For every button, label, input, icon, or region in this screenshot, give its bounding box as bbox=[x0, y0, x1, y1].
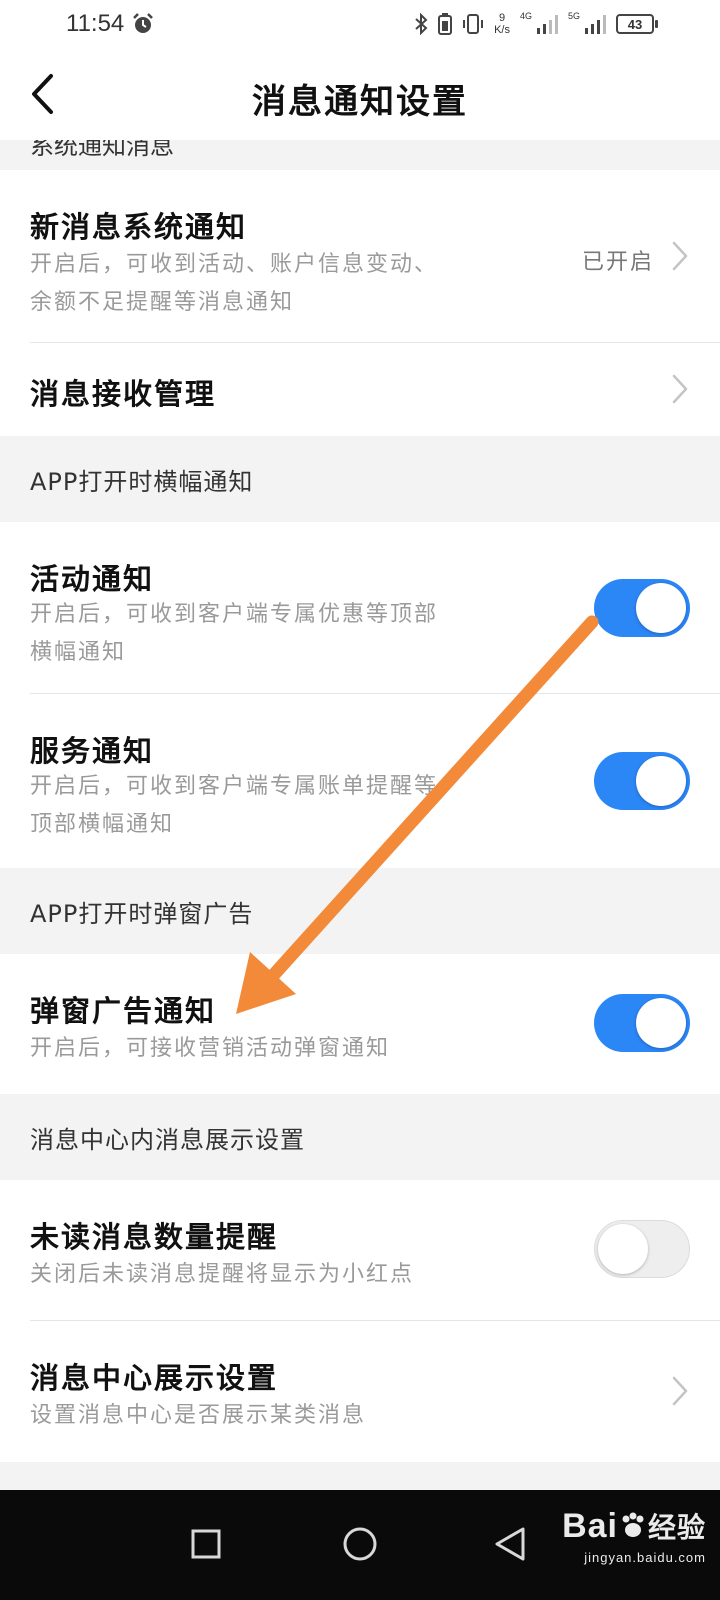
status-text: 已开启 bbox=[581, 250, 654, 275]
battery-level: 43 bbox=[627, 16, 643, 32]
section-header-message-center: 消息中心内消息展示设置 bbox=[0, 1094, 720, 1180]
row-title: 活动通知 bbox=[30, 562, 155, 596]
app-header: 消息通知设置 bbox=[0, 48, 720, 140]
signal-icon bbox=[585, 15, 606, 34]
row-title: 弹窗广告通知 bbox=[30, 994, 217, 1028]
alarm-icon bbox=[133, 13, 153, 33]
section-label-message-center: 消息中心内消息展示设置 bbox=[30, 1126, 305, 1154]
home-button[interactable] bbox=[328, 1512, 392, 1576]
toggle-knob bbox=[636, 583, 686, 633]
unread-count-toggle[interactable] bbox=[594, 1220, 690, 1278]
chevron-right-icon bbox=[672, 241, 688, 271]
row-title: 消息中心展示设置 bbox=[30, 1361, 279, 1395]
row-description: 设置消息中心是否展示某类消息 bbox=[30, 1403, 367, 1428]
row-description: 开启后，可收到客户端专属账单提醒等顶部横幅通知 bbox=[30, 774, 439, 837]
battery-indicator: 43 bbox=[616, 14, 658, 34]
section-header-system: 系统通知消息 bbox=[0, 140, 720, 170]
network-type-2: 5G bbox=[567, 11, 580, 21]
bluetooth-icon bbox=[415, 13, 428, 35]
baidu-jingyan-watermark: Bai 经验 jingyan.baidu.com bbox=[562, 1506, 706, 1565]
row-new-message-notification[interactable]: 新消息系统通知 开启后，可收到活动、账户信息变动、余额不足提醒等消息通知 已开启 bbox=[0, 170, 720, 343]
watermark-url: jingyan.baidu.com bbox=[584, 1550, 706, 1565]
row-activity-notification: 活动通知 开启后，可收到客户端专属优惠等顶部横幅通知 bbox=[0, 522, 720, 694]
toggle-knob bbox=[598, 1224, 648, 1274]
speed-unit: K/s bbox=[494, 24, 510, 36]
vibrate-icon bbox=[463, 14, 484, 34]
square-icon bbox=[191, 1529, 221, 1559]
system-back-button[interactable] bbox=[478, 1512, 542, 1576]
row-receive-management[interactable]: 消息接收管理 bbox=[0, 343, 720, 436]
section-header-banner: APP打开时横幅通知 bbox=[0, 436, 720, 522]
navigation-bar: Bai 经验 jingyan.baidu.com bbox=[0, 1490, 720, 1600]
signal-icon bbox=[536, 15, 558, 34]
status-icons: 9 K/s 4G 5G 43 bbox=[414, 8, 658, 40]
row-title: 未读消息数量提醒 bbox=[30, 1220, 279, 1254]
chevron-right-icon bbox=[672, 1376, 688, 1406]
watermark-brand-cn: 经验 bbox=[647, 1511, 706, 1544]
status-time: 11:54 bbox=[66, 10, 125, 37]
row-unread-count: 未读消息数量提醒 关闭后未读消息提醒将显示为小红点 bbox=[0, 1180, 720, 1321]
row-description: 开启后，可收到活动、账户信息变动、余额不足提醒等消息通知 bbox=[30, 252, 439, 315]
network-type-1: 4G bbox=[519, 11, 532, 21]
toggle-knob bbox=[636, 756, 686, 806]
popup-ad-toggle[interactable] bbox=[594, 994, 690, 1052]
watermark-brand: Bai bbox=[562, 1507, 618, 1545]
row-title: 新消息系统通知 bbox=[30, 210, 248, 244]
row-description: 开启后，可收到客户端专属优惠等顶部横幅通知 bbox=[30, 602, 439, 665]
status-bar: 11:54 9 K/s 4G 5G 43 bbox=[0, 0, 720, 48]
section-label-banner: APP打开时横幅通知 bbox=[30, 468, 254, 496]
paw-icon bbox=[622, 1512, 644, 1537]
page-title: 消息通知设置 bbox=[252, 82, 468, 122]
section-header-popup: APP打开时弹窗广告 bbox=[0, 868, 720, 954]
row-title: 消息接收管理 bbox=[30, 377, 217, 411]
toggle-knob bbox=[636, 998, 686, 1048]
speed-value: 9 bbox=[498, 12, 506, 24]
section-label-system: 系统通知消息 bbox=[30, 140, 174, 160]
section-label-popup: APP打开时弹窗广告 bbox=[30, 900, 254, 928]
row-message-center-display[interactable]: 消息中心展示设置 设置消息中心是否展示某类消息 bbox=[0, 1321, 720, 1462]
service-toggle[interactable] bbox=[594, 752, 690, 810]
triangle-back-icon bbox=[495, 1527, 525, 1561]
circle-icon bbox=[343, 1527, 377, 1561]
row-popup-ad-notification: 弹窗广告通知 开启后，可接收营销活动弹窗通知 bbox=[0, 954, 720, 1094]
recent-apps-button[interactable] bbox=[174, 1512, 238, 1576]
row-service-notification: 服务通知 开启后，可收到客户端专属账单提醒等顶部横幅通知 bbox=[0, 694, 720, 868]
row-title: 服务通知 bbox=[30, 734, 155, 768]
row-description: 关闭后未读消息提醒将显示为小红点 bbox=[30, 1262, 415, 1287]
battery-saver-icon bbox=[438, 13, 453, 35]
chevron-right-icon bbox=[672, 374, 688, 404]
row-description: 开启后，可接收营销活动弹窗通知 bbox=[30, 1036, 391, 1061]
activity-toggle[interactable] bbox=[594, 579, 690, 637]
network-speed: 9 K/s bbox=[494, 12, 510, 36]
